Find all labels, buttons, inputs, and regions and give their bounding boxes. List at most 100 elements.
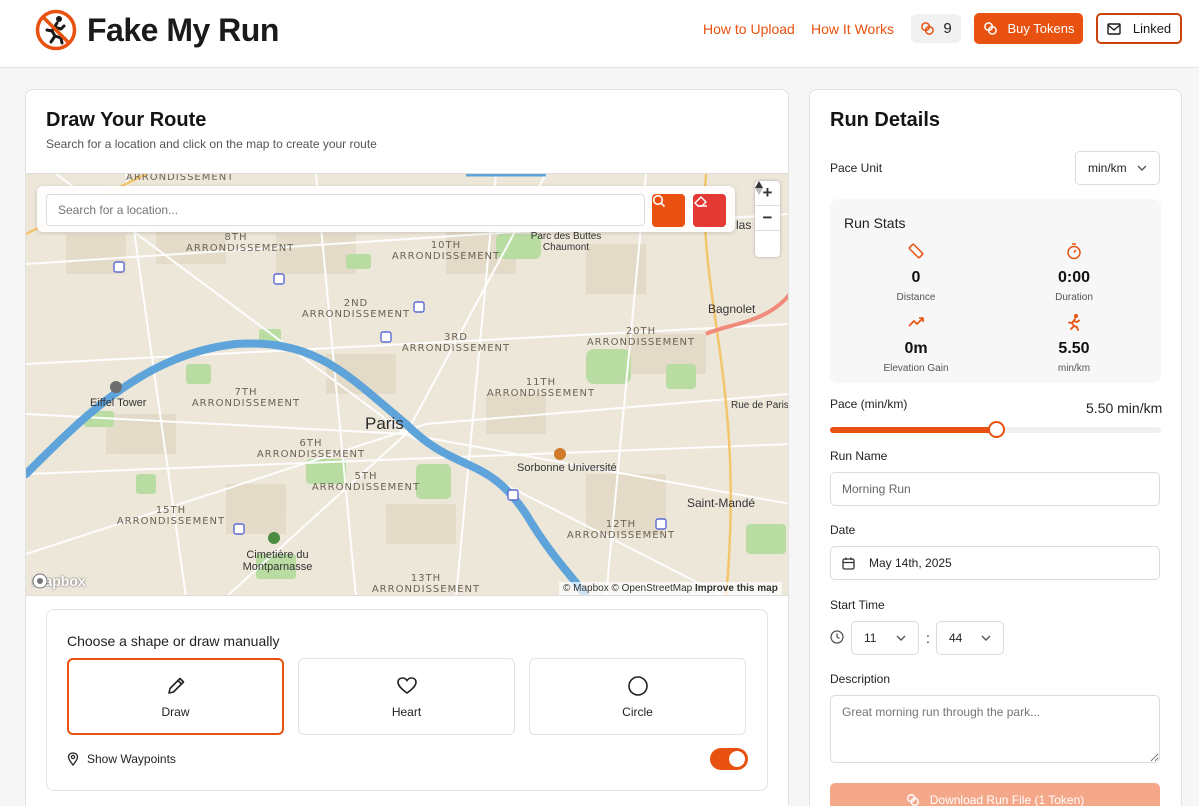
- zoom-out-button[interactable]: −: [755, 206, 780, 231]
- mail-icon: [1107, 22, 1121, 35]
- map-place-bagnolet: Bagnolet: [708, 302, 756, 316]
- location-search-input[interactable]: [46, 194, 645, 226]
- time-separator: :: [926, 630, 930, 646]
- stat-distance-label: Distance: [896, 292, 936, 303]
- ruler-icon: [908, 243, 924, 259]
- shape-draw-button[interactable]: Draw: [67, 658, 284, 735]
- run-details-title: Run Details: [830, 109, 941, 131]
- coins-icon: [983, 22, 997, 35]
- pace-slider-value: 5.50 min/km: [1086, 400, 1163, 416]
- shape-circle-button[interactable]: Circle: [529, 658, 746, 735]
- date-picker[interactable]: May 14th, 2025: [830, 546, 1160, 580]
- run-name-label: Run Name: [830, 449, 888, 463]
- buy-tokens-label: Buy Tokens: [1007, 21, 1075, 36]
- coins-icon: [906, 794, 919, 806]
- linked-button[interactable]: Linked: [1096, 13, 1182, 44]
- start-hour-value: 11: [864, 631, 877, 645]
- map-district-label: 2ND ARRONDISSEMENT: [301, 298, 411, 320]
- show-waypoints-label: Show Waypoints: [87, 752, 176, 766]
- app-header: Fake My Run How to Upload How It Works 9…: [0, 0, 1199, 68]
- clock-icon: [830, 630, 844, 644]
- map-district-label: 15TH ARRONDISSEMENT: [116, 505, 226, 527]
- improve-map-link[interactable]: Improve this map: [695, 583, 778, 594]
- map-place-lilas: las: [736, 218, 752, 232]
- no-running-logo-icon[interactable]: [35, 9, 77, 51]
- compass-button[interactable]: [755, 181, 780, 256]
- chevron-down-icon: [896, 635, 906, 641]
- pace-slider[interactable]: [830, 421, 1161, 438]
- map-pin-icon: [67, 752, 79, 766]
- map-district-label: 10TH ARRONDISSEMENT: [391, 240, 501, 262]
- brand-title[interactable]: Fake My Run: [87, 12, 279, 49]
- token-balance: 9: [911, 14, 961, 43]
- date-value: May 14th, 2025: [869, 556, 952, 570]
- chevron-down-icon: [1137, 165, 1147, 171]
- map-district-label: 8TH ARRONDISSEMENT: [186, 232, 295, 254]
- mapbox-logo[interactable]: mapbox: [32, 573, 86, 589]
- map-district-label: 20TH ARRONDISSEMENT: [586, 326, 696, 348]
- map-attribution: © Mapbox © OpenStreetMap Improve this ma…: [559, 582, 782, 595]
- stat-elevation-label: Elevation Gain: [883, 363, 949, 374]
- map-search-bar: [37, 186, 735, 232]
- trending-up-icon: [908, 317, 924, 327]
- start-hour-select[interactable]: 11: [851, 621, 919, 655]
- shape-selector: Choose a shape or draw manually Draw Hea…: [46, 609, 768, 791]
- download-run-label: Download Run File (1 Token): [929, 793, 1085, 806]
- pencil-icon: [167, 677, 184, 694]
- shape-draw-label: Draw: [161, 704, 190, 719]
- heart-icon: [396, 676, 417, 694]
- stopwatch-icon: [1067, 243, 1081, 260]
- shape-heart-label: Heart: [391, 704, 422, 719]
- shape-circle-label: Circle: [622, 704, 653, 719]
- map-district-label: 5TH ARRONDISSEMENT: [311, 471, 421, 493]
- nav-how-it-works[interactable]: How It Works: [811, 21, 894, 37]
- map-district-label: 6TH ARRONDISSEMENT: [256, 438, 366, 460]
- download-run-button[interactable]: Download Run File (1 Token): [830, 783, 1160, 806]
- run-stats-title: Run Stats: [844, 215, 906, 231]
- map-district-label: 11TH ARRONDISSEMENT: [486, 377, 596, 399]
- start-time-label: Start Time: [830, 598, 885, 612]
- map-district-label: 13TH ARRONDISSEMENT: [371, 573, 481, 595]
- shape-heart-button[interactable]: Heart: [298, 658, 515, 735]
- show-waypoints-toggle[interactable]: [710, 748, 748, 770]
- show-waypoints-row: Show Waypoints: [67, 752, 176, 766]
- linked-label: Linked: [1132, 21, 1172, 36]
- circle-icon: [627, 675, 648, 696]
- route-title: Draw Your Route: [46, 109, 207, 131]
- description-label: Description: [830, 672, 891, 686]
- clear-route-button[interactable]: [693, 194, 726, 227]
- stat-pace-value: 5.50: [1058, 340, 1090, 357]
- stat-duration-value: 0:00: [1057, 269, 1091, 286]
- shape-selector-title: Choose a shape or draw manually: [67, 633, 280, 649]
- search-button[interactable]: [652, 194, 685, 227]
- route-card: Draw Your Route Search for a location an…: [25, 89, 789, 806]
- map-place-eiffel: Eiffel Tower: [90, 397, 147, 409]
- pace-unit-label: Pace Unit: [830, 161, 883, 175]
- eraser-icon: [694, 196, 707, 207]
- stat-duration: 0:00 Duration: [1004, 242, 1144, 303]
- search-icon: [652, 194, 666, 208]
- run-name-input[interactable]: Morning Run: [830, 472, 1160, 506]
- stat-distance-value: 0: [911, 269, 921, 286]
- start-minute-select[interactable]: 44: [936, 621, 1004, 655]
- map-place-saint-mande: Saint-Mandé: [687, 496, 756, 510]
- map-city-label: Paris: [365, 414, 404, 433]
- description-textarea[interactable]: [830, 695, 1160, 763]
- route-subtitle: Search for a location and click on the m…: [46, 137, 377, 151]
- map-district-label: 7TH ARRONDISSEMENT: [191, 387, 301, 409]
- pace-unit-select[interactable]: min/km: [1075, 151, 1160, 185]
- run-stats-panel: Run Stats 0 Distance 0:00 Duration 0m El…: [830, 199, 1161, 383]
- stat-elevation: 0m Elevation Gain: [846, 313, 986, 374]
- stat-pace-label: min/km: [1057, 363, 1091, 374]
- map-place-cimetiere: Cimetière du Montparnasse: [242, 549, 313, 573]
- map-place-buttes: Parc des Buttes Chaumont: [530, 231, 602, 253]
- token-count: 9: [943, 20, 952, 37]
- map-district-label: 12TH ARRONDISSEMENT: [566, 519, 676, 541]
- route-map[interactable]: ARRONDISSEMENT 8TH ARRONDISSEMENT 10TH A…: [26, 173, 788, 596]
- pace-slider-thumb[interactable]: [987, 421, 1005, 438]
- buy-tokens-button[interactable]: Buy Tokens: [974, 13, 1083, 44]
- attribution-text[interactable]: © Mapbox © OpenStreetMap: [563, 583, 692, 594]
- nav-how-to-upload[interactable]: How to Upload: [703, 21, 795, 37]
- mapbox-icon: [32, 573, 48, 589]
- map-district-label: ARRONDISSEMENT: [126, 173, 235, 183]
